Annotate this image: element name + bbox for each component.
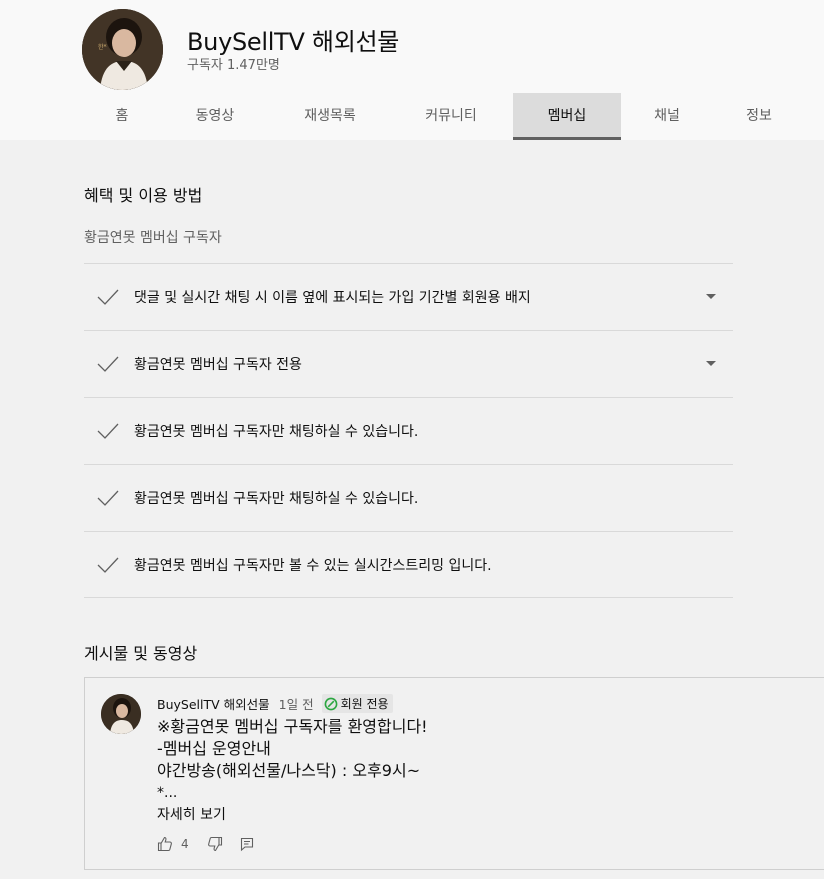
- tab-channels[interactable]: 채널: [621, 93, 713, 140]
- tab-membership[interactable]: 멤버십: [513, 93, 621, 140]
- post-line: 야간방송(해외선물/나스닥) : 오후9시~: [157, 761, 421, 780]
- post-actions: 4: [157, 836, 255, 852]
- tab-about[interactable]: 정보: [713, 93, 805, 140]
- post-line: -멤버십 운영안내: [157, 739, 271, 758]
- channel-header: 한* BuySellTV 해외선물 구독자 1.47만명 홈 동영상 재생목록 …: [0, 0, 824, 140]
- members-only-label: 회원 전용: [340, 697, 389, 711]
- subscriber-count: 구독자 1.47만명: [187, 58, 280, 73]
- perk-item: 황금연못 멤버십 구독자만 채팅하실 수 있습니다.: [84, 397, 733, 464]
- posts-section-title: 게시물 및 동영상: [84, 644, 198, 663]
- post-header: BuySellTV 해외선물 1일 전 회원 전용: [157, 694, 393, 713]
- members-only-badge: 회원 전용: [321, 694, 393, 713]
- perk-item: 황금연못 멤버십 구독자만 볼 수 있는 실시간스트리밍 입니다.: [84, 531, 733, 598]
- channel-tabs: 홈 동영상 재생목록 커뮤니티 멤버십 채널 정보: [0, 93, 824, 140]
- check-icon: [97, 423, 119, 439]
- caret-down-icon[interactable]: [705, 360, 717, 368]
- perk-text: 황금연못 멤버십 구독자 전용: [134, 357, 302, 373]
- caret-down-icon[interactable]: [705, 293, 717, 301]
- tab-videos[interactable]: 동영상: [168, 93, 262, 140]
- perk-text: 황금연못 멤버십 구독자만 채팅하실 수 있습니다.: [134, 424, 419, 440]
- perk-list: 댓글 및 실시간 채팅 시 이름 옆에 표시되는 가입 기간별 회원용 배지 황…: [84, 263, 733, 598]
- perk-item[interactable]: 황금연못 멤버십 구독자 전용: [84, 330, 733, 397]
- post-line: *...: [157, 785, 178, 801]
- tab-community[interactable]: 커뮤니티: [392, 93, 510, 140]
- membership-tier-name: 황금연못 멤버십 구독자: [84, 230, 222, 246]
- like-count: 4: [181, 837, 189, 851]
- check-icon: [97, 557, 119, 573]
- svg-text:한*: 한*: [98, 44, 107, 51]
- perk-item: 황금연못 멤버십 구독자만 채팅하실 수 있습니다.: [84, 464, 733, 531]
- post-line: ※황금연못 멤버십 구독자를 환영합니다!: [157, 717, 428, 736]
- channel-avatar-image: 한*: [82, 9, 163, 90]
- perk-text: 황금연못 멤버십 구독자만 볼 수 있는 실시간스트리밍 입니다.: [134, 558, 492, 574]
- tab-playlists[interactable]: 재생목록: [272, 93, 388, 140]
- check-icon: [97, 356, 119, 372]
- check-icon: [97, 490, 119, 506]
- read-more-link[interactable]: 자세히 보기: [157, 804, 428, 826]
- channel-avatar[interactable]: 한*: [82, 9, 163, 90]
- benefits-title: 혜택 및 이용 방법: [84, 186, 203, 205]
- comment-icon[interactable]: [239, 836, 255, 852]
- post-timestamp[interactable]: 1일 전: [279, 694, 314, 713]
- perk-item[interactable]: 댓글 및 실시간 채팅 시 이름 옆에 표시되는 가입 기간별 회원용 배지: [84, 263, 733, 330]
- tab-home[interactable]: 홈: [76, 93, 168, 140]
- post-author-name[interactable]: BuySellTV 해외선물: [157, 694, 270, 713]
- post-author-avatar[interactable]: [101, 694, 141, 734]
- author-avatar-image: [101, 694, 141, 734]
- thumbs-up-icon[interactable]: [157, 836, 173, 852]
- channel-name: BuySellTV 해외선물: [187, 28, 400, 56]
- members-only-icon: [324, 697, 337, 710]
- thumbs-down-icon[interactable]: [207, 836, 223, 852]
- community-post: BuySellTV 해외선물 1일 전 회원 전용 ※황금연못 멤버십 구독자를…: [84, 677, 824, 870]
- post-content: ※황금연못 멤버십 구독자를 환영합니다! -멤버십 운영안내 야간방송(해외선…: [157, 716, 428, 826]
- perk-text: 댓글 및 실시간 채팅 시 이름 옆에 표시되는 가입 기간별 회원용 배지: [134, 290, 531, 306]
- perk-text: 황금연못 멤버십 구독자만 채팅하실 수 있습니다.: [134, 491, 419, 507]
- check-icon: [97, 289, 119, 305]
